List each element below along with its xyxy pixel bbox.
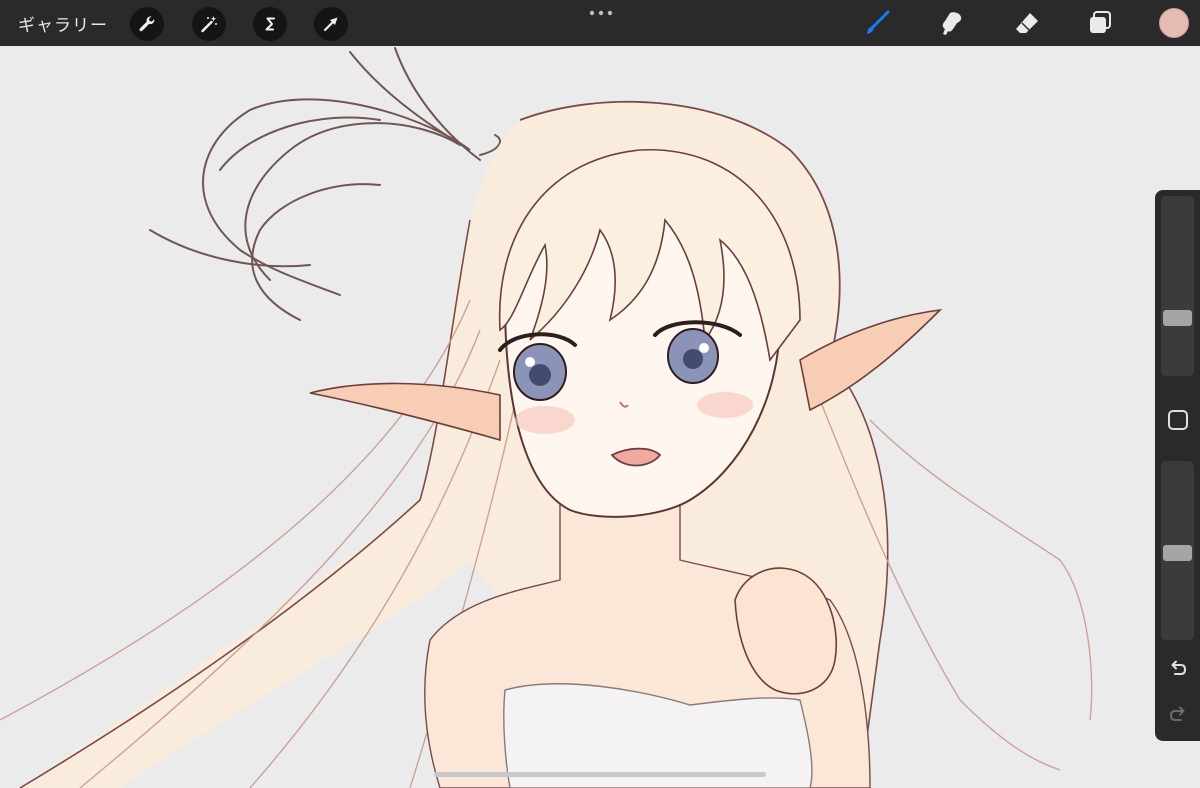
wrench-icon xyxy=(139,16,155,32)
smudge-tool-button[interactable] xyxy=(934,6,968,40)
gallery-button[interactable]: ギャラリー xyxy=(18,11,108,36)
right-sidebar xyxy=(1155,190,1200,741)
brush-size-slider[interactable] xyxy=(1161,196,1194,376)
arrow-cursor-icon xyxy=(323,17,338,32)
magic-wand-icon xyxy=(201,16,217,33)
redo-icon xyxy=(1169,706,1184,721)
undo-button[interactable] xyxy=(1165,655,1190,680)
layers-button[interactable] xyxy=(1083,6,1117,40)
brush-size-thumb[interactable] xyxy=(1163,310,1192,326)
opacity-thumb[interactable] xyxy=(1163,545,1192,561)
layers-icon xyxy=(1090,11,1111,33)
undo-icon xyxy=(1171,660,1186,675)
ellipsis-icon[interactable] xyxy=(589,9,613,17)
selection-s-icon xyxy=(265,17,275,31)
home-indicator[interactable] xyxy=(434,772,766,777)
drawing-canvas[interactable] xyxy=(0,46,1200,788)
square-modify-icon xyxy=(1167,409,1188,430)
actions-button[interactable] xyxy=(130,7,164,41)
color-swatch[interactable] xyxy=(1159,8,1189,38)
opacity-slider[interactable] xyxy=(1161,461,1194,640)
modify-button[interactable] xyxy=(1165,407,1190,432)
selection-button[interactable] xyxy=(253,7,287,41)
brush-icon xyxy=(867,10,890,34)
eraser-icon xyxy=(1016,13,1038,33)
redo-button[interactable] xyxy=(1165,701,1190,726)
brush-tool-button[interactable] xyxy=(860,6,894,40)
smudge-icon xyxy=(942,12,962,36)
adjustments-button[interactable] xyxy=(192,7,226,41)
top-toolbar: ギャラリー xyxy=(0,0,1200,46)
transform-button[interactable] xyxy=(314,7,348,41)
eraser-tool-button[interactable] xyxy=(1010,6,1044,40)
